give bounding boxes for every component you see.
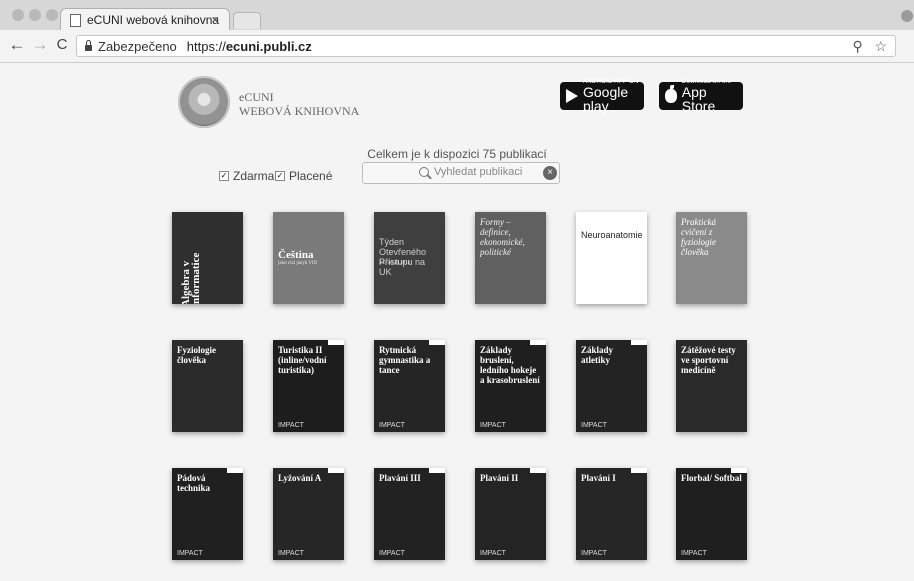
book-cover[interactable]: Fyziologie člověka: [172, 340, 243, 432]
book-cover[interactable]: Týden Otevřeného Přístupu na UK 24.–30.10…: [374, 212, 445, 304]
book-title: Zátěžové testy ve sportovní medicíně: [681, 345, 736, 375]
book-cover[interactable]: Pádová technika IMPACT: [172, 468, 243, 560]
search-icon: [419, 167, 429, 177]
filter-paid[interactable]: ✓ Placené: [275, 169, 332, 183]
book-title: Turistika II (inline/vodní turistika): [278, 345, 327, 375]
bookmark-star-icon[interactable]: ☆: [874, 38, 887, 54]
book-cover[interactable]: Plavání III IMPACT: [374, 468, 445, 560]
free-checkbox[interactable]: ✓: [219, 171, 229, 181]
book-cover[interactable]: Praktická cvičení z fyziologie člověka: [676, 212, 747, 304]
book-cover[interactable]: Plavání II IMPACT: [475, 468, 546, 560]
book-title: Neuroanatomie: [581, 230, 643, 240]
secure-label: Zabezpečeno: [98, 38, 177, 54]
book-publisher-mark: IMPACT: [278, 550, 304, 557]
site-title-line1: eCUNI: [239, 90, 274, 104]
url-domain: ecuni.publi.cz: [225, 38, 312, 54]
university-seal-logo: [178, 76, 230, 128]
back-icon[interactable]: ←: [8, 36, 26, 54]
book-publisher-mark: IMPACT: [278, 422, 304, 429]
site-title-line2: WEBOVÁ KNIHOVNA: [239, 104, 360, 118]
book-title: Plavání III: [379, 473, 421, 483]
book-title: Plavání I: [581, 473, 616, 483]
book-title: Plavání II: [480, 473, 519, 483]
paid-checkbox[interactable]: ✓: [275, 171, 285, 181]
book-title: Fyziologie člověka: [177, 345, 216, 365]
page-icon: [70, 14, 81, 27]
google-play-badge[interactable]: ANDROID APP ON Google play: [560, 79, 644, 114]
page-content: eCUNI WEBOVÁ KNIHOVNA ANDROID APP ON Goo…: [0, 63, 914, 581]
publication-count: Celkem je k dispozici 75 publikací: [367, 147, 547, 161]
book-publisher-mark: IMPACT: [177, 550, 203, 557]
minimize-window-icon[interactable]: [29, 9, 41, 21]
book-title: Týden Otevřeného Přístupu na UK: [379, 237, 427, 277]
apple-icon: [665, 85, 677, 103]
browser-tab[interactable]: eCUNI webová knihovna ×: [60, 8, 230, 30]
browser-toolbar: ← → C Zabezpečeno https://ecuni.publi.cz…: [0, 30, 914, 85]
book-cover[interactable]: Formy – definice, ekonomické, politické: [475, 212, 546, 304]
tab-title: eCUNI webová knihovna: [87, 12, 220, 27]
book-publisher-mark: IMPACT: [379, 422, 405, 429]
browser-window: eCUNI webová knihovna × ← → C Zabezpečen…: [0, 0, 914, 581]
search-input[interactable]: Vyhledat publikaci ×: [362, 162, 560, 184]
book-title: Rytmická gymnastika a tance: [379, 345, 431, 375]
new-tab-button[interactable]: [233, 12, 261, 29]
google-play-icon: [566, 89, 578, 103]
book-cover[interactable]: Turistika II (inline/vodní turistika) IMP…: [273, 340, 344, 432]
book-cover[interactable]: Zátěžové testy ve sportovní medicíně: [676, 340, 747, 432]
book-publisher-mark: IMPACT: [480, 422, 506, 429]
google-play-big-text: Google play: [583, 84, 629, 114]
close-window-icon[interactable]: [12, 9, 24, 21]
book-subtitle: 24.–30.10.2016: [379, 261, 411, 266]
book-title: Formy – definice, ekonomické, politické: [480, 217, 525, 257]
book-cover[interactable]: Algebra v informatice: [172, 212, 243, 304]
book-subtitle: jako cizí jazyk VIII: [278, 261, 317, 266]
book-cover[interactable]: Čeština jako cizí jazyk VIII: [273, 212, 344, 304]
zoom-icon[interactable]: ⚲: [853, 38, 863, 54]
lock-icon: [85, 40, 92, 51]
book-title: Základy atletiky: [581, 345, 614, 365]
book-publisher-mark: IMPACT: [480, 550, 506, 557]
site-title[interactable]: eCUNI WEBOVÁ KNIHOVNA: [239, 90, 359, 118]
url-text: https://ecuni.publi.cz: [187, 39, 312, 54]
omnibox-actions: ⚲ ☆: [853, 38, 888, 55]
book-title: Základy bruslení, ledního hokeje a kraso…: [480, 345, 540, 385]
book-cover[interactable]: Základy atletiky IMPACT: [576, 340, 647, 432]
book-title: Algebra v informatice: [180, 252, 202, 304]
book-cover[interactable]: Rytmická gymnastika a tance IMPACT: [374, 340, 445, 432]
book-title: Čeština: [278, 249, 314, 261]
book-cover[interactable]: Lyžování A IMPACT: [273, 468, 344, 560]
book-cover[interactable]: Florbal/ Softbal IMPACT: [676, 468, 747, 560]
profile-icon[interactable]: [901, 10, 913, 22]
book-title: Pádová technika: [177, 473, 211, 493]
book-publisher-mark: IMPACT: [581, 550, 607, 557]
book-cover[interactable]: Základy bruslení, ledního hokeje a kraso…: [475, 340, 546, 432]
app-store-big-text: App Store: [681, 84, 716, 114]
book-title: Praktická cvičení z fyziologie člověka: [681, 217, 716, 257]
book-cover[interactable]: Neuroanatomie: [576, 212, 647, 304]
search-placeholder: Vyhledat publikaci: [434, 166, 523, 178]
url-prefix: https://: [186, 38, 226, 54]
book-title: Lyžování A: [278, 473, 322, 483]
filter-free-label: Zdarma: [233, 169, 275, 183]
maximize-window-icon[interactable]: [46, 9, 58, 21]
book-publisher-mark: IMPACT: [379, 550, 405, 557]
clear-search-icon[interactable]: ×: [543, 166, 557, 180]
book-publisher-mark: IMPACT: [681, 550, 707, 557]
tab-bar: eCUNI webová knihovna ×: [0, 0, 914, 30]
address-bar[interactable]: Zabezpečeno https://ecuni.publi.cz ⚲ ☆: [76, 35, 896, 57]
tab-close-icon[interactable]: ×: [211, 12, 219, 27]
reload-icon[interactable]: C: [53, 36, 71, 54]
filter-paid-label: Placené: [289, 169, 333, 183]
forward-icon[interactable]: →: [31, 36, 49, 54]
book-publisher-mark: IMPACT: [581, 422, 607, 429]
book-title: Florbal/ Softbal: [681, 473, 742, 483]
filter-free[interactable]: ✓ Zdarma: [219, 169, 274, 183]
book-cover[interactable]: Plavání I IMPACT: [576, 468, 647, 560]
app-store-badge[interactable]: Download on the App Store: [659, 79, 743, 114]
